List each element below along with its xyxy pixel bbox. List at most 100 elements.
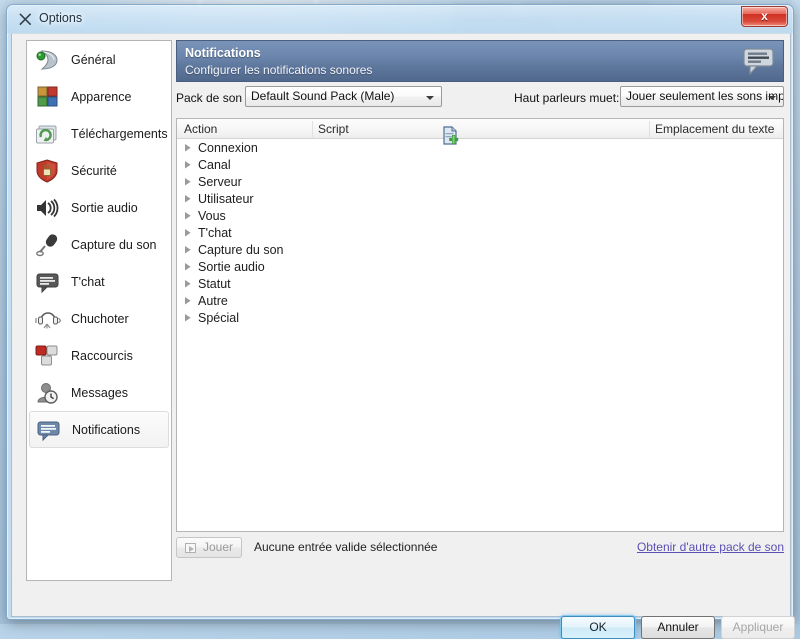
sidebar-item-messages[interactable]: Messages [27, 374, 171, 411]
sound-pack-select[interactable]: Default Sound Pack (Male) [245, 86, 442, 107]
chevron-right-icon[interactable] [185, 178, 191, 186]
messages-clock-icon [33, 379, 63, 407]
table-row[interactable]: T'chat [177, 224, 783, 241]
dialog-client-area: Général Apparence [11, 33, 791, 617]
sidebar-item-general[interactable]: Général [27, 41, 171, 78]
import-sound-pack-button[interactable] [441, 125, 461, 146]
row-label: Sortie audio [198, 260, 265, 274]
table-row[interactable]: Canal [177, 156, 783, 173]
chevron-right-icon[interactable] [185, 297, 191, 305]
close-button[interactable]: x [741, 6, 788, 27]
pane-header-banner: Notifications Configurer les notificatio… [176, 40, 784, 82]
page-title: Notifications [185, 46, 261, 60]
sidebar-item-label: Capture du son [71, 238, 156, 252]
ok-button[interactable]: OK [561, 616, 635, 639]
row-label: Statut [198, 277, 231, 291]
hotkeys-blocks-icon [33, 342, 63, 370]
table-row[interactable]: Spécial [177, 309, 783, 326]
sidebar-item-label: T'chat [71, 275, 105, 289]
status-text: Aucune entrée valide sélectionnée [254, 540, 437, 554]
appearance-squares-icon [33, 83, 63, 111]
row-label: Autre [198, 294, 228, 308]
sidebar-item-label: Notifications [72, 423, 140, 437]
sidebar-item-security[interactable]: Sécurité [27, 152, 171, 189]
sidebar-item-hotkeys[interactable]: Raccourcis [27, 337, 171, 374]
play-button-label: Jouer [203, 538, 233, 557]
table-row[interactable]: Statut [177, 275, 783, 292]
play-icon [185, 543, 196, 553]
table-row[interactable]: Capture du son [177, 241, 783, 258]
speaker-output-icon [33, 194, 63, 222]
play-button[interactable]: Jouer [176, 537, 242, 558]
scissors-tool-icon [18, 12, 33, 27]
column-header-action[interactable]: Action [184, 122, 217, 139]
row-label: Utilisateur [198, 192, 254, 206]
settings-pane: Notifications Configurer les notificatio… [176, 40, 784, 560]
sidebar-item-appearance[interactable]: Apparence [27, 78, 171, 115]
notifications-bubble-icon [34, 416, 64, 444]
sidebar-item-sound-capture[interactable]: Capture du son [27, 226, 171, 263]
chevron-right-icon[interactable] [185, 161, 191, 169]
general-sound-wave-icon [33, 46, 63, 74]
sidebar-item-label: Chuchoter [71, 312, 129, 326]
sound-pack-toolbar: Pack de son : Default Sound Pack (Male) … [176, 82, 784, 118]
sidebar-item-audio-output[interactable]: Sortie audio [27, 189, 171, 226]
mute-mode-select[interactable]: Jouer seulement les sons importants [620, 86, 784, 107]
chevron-right-icon[interactable] [185, 144, 191, 152]
sidebar-item-label: Raccourcis [71, 349, 133, 363]
sidebar-item-label: Messages [71, 386, 128, 400]
chevron-down-icon [426, 96, 434, 100]
chat-bubble-icon [33, 268, 63, 296]
listview-header: Action Script Emplacement du texte [177, 119, 783, 139]
chevron-right-icon[interactable] [185, 280, 191, 288]
mute-mode-value: Jouer seulement les sons importants [626, 89, 784, 103]
chevron-down-icon [768, 96, 776, 100]
chevron-right-icon[interactable] [185, 263, 191, 271]
table-row[interactable]: Vous [177, 207, 783, 224]
chevron-right-icon[interactable] [185, 229, 191, 237]
row-label: Spécial [198, 311, 239, 325]
cancel-button[interactable]: Annuler [641, 616, 715, 639]
sidebar-item-label: Général [71, 53, 115, 67]
chevron-right-icon[interactable] [185, 212, 191, 220]
column-divider[interactable] [312, 121, 313, 137]
table-row[interactable]: Utilisateur [177, 190, 783, 207]
sidebar-item-label: Sortie audio [71, 201, 138, 215]
apply-button[interactable]: Appliquer [721, 616, 795, 639]
table-row[interactable]: Connexion [177, 139, 783, 156]
sidebar-item-chat[interactable]: T'chat [27, 263, 171, 300]
column-header-text-location[interactable]: Emplacement du texte [655, 122, 774, 139]
row-label: T'chat [198, 226, 232, 240]
column-divider[interactable] [649, 121, 650, 137]
mute-label: Haut parleurs muet: [514, 91, 619, 105]
chevron-right-icon[interactable] [185, 246, 191, 254]
table-row[interactable]: Autre [177, 292, 783, 309]
sidebar-item-downloads[interactable]: Téléchargements [27, 115, 171, 152]
chevron-right-icon[interactable] [185, 314, 191, 322]
row-label: Serveur [198, 175, 242, 189]
sidebar-item-label: Apparence [71, 90, 131, 104]
downloads-refresh-icon [33, 120, 63, 148]
sound-pack-value: Default Sound Pack (Male) [251, 89, 394, 103]
table-row[interactable]: Serveur [177, 173, 783, 190]
window-title: Options [39, 11, 82, 25]
row-label: Vous [198, 209, 226, 223]
listview-wrapper: Action Script Emplacement du texte Conne… [176, 118, 784, 534]
sidebar-item-notifications[interactable]: Notifications [29, 411, 169, 448]
security-shield-lock-icon [33, 157, 63, 185]
page-subtitle: Configurer les notifications sonores [185, 63, 372, 77]
notifications-listview[interactable]: Action Script Emplacement du texte Conne… [176, 118, 784, 532]
title-bar[interactable]: Options x [7, 5, 793, 33]
sidebar-item-label: Sécurité [71, 164, 117, 178]
sidebar-item-whisper[interactable]: Chuchoter [27, 300, 171, 337]
column-header-script[interactable]: Script [318, 122, 349, 139]
row-label: Canal [198, 158, 231, 172]
get-sound-packs-link[interactable]: Obtenir d'autre pack de son [637, 540, 784, 554]
table-row[interactable]: Sortie audio [177, 258, 783, 275]
row-label: Capture du son [198, 243, 283, 257]
notifications-bubble-icon [741, 45, 777, 78]
options-window: Options x Général [6, 4, 794, 620]
headset-whisper-icon [33, 305, 63, 333]
import-sound-pack-icon [441, 135, 461, 149]
chevron-right-icon[interactable] [185, 195, 191, 203]
